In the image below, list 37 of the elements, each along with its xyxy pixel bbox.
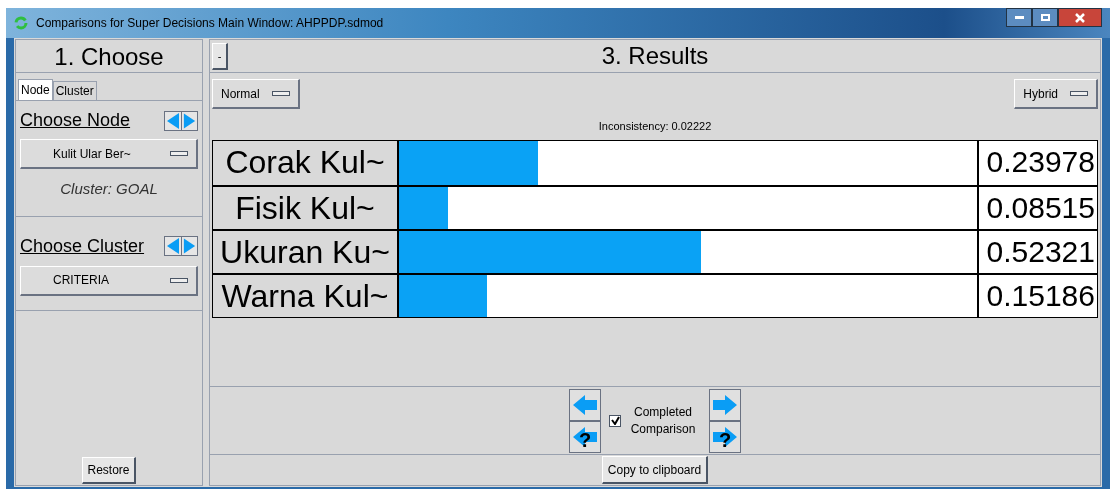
tab[interactable]: Node [18, 79, 53, 100]
caret-icon [1070, 91, 1088, 96]
previous-button[interactable] [569, 388, 601, 421]
mode-dropdown[interactable]: Normal [212, 79, 300, 109]
completed-checkbox[interactable] [609, 414, 621, 427]
panel-heading: 3. Results [601, 41, 709, 71]
caret-icon [170, 277, 188, 283]
copy-button[interactable]: Copy to clipboard [601, 456, 709, 484]
caret-icon [271, 91, 290, 96]
completed-label: Completed Comparison [629, 403, 697, 438]
panel-heading: 1. Choose [16, 40, 202, 73]
restore-button[interactable]: Restore [82, 457, 136, 484]
node-arrow-buttons[interactable] [164, 110, 198, 131]
priority-value: 0.23978 [979, 141, 1097, 185]
refresh-icon [14, 16, 28, 30]
section-heading: Choose Cluster [20, 234, 145, 258]
node-dropdown[interactable]: Kulit Ular Ber~ [20, 139, 198, 169]
arrow-left-icon [571, 393, 599, 416]
cluster-caption: Cluster: GOAL [59, 179, 159, 199]
arrow-right-icon [711, 393, 739, 416]
maximize-button[interactable] [1032, 8, 1058, 27]
caret-icon [170, 151, 188, 156]
collapse-button[interactable]: - [212, 43, 228, 70]
tab[interactable]: Cluster [52, 81, 97, 100]
priority-value: 0.15186 [979, 275, 1097, 317]
cluster-dropdown[interactable]: CRITERIA [20, 265, 198, 296]
priority-value: 0.52321 [979, 231, 1097, 273]
cluster-arrow-buttons[interactable] [164, 236, 198, 256]
minimize-button[interactable] [1006, 8, 1032, 27]
close-button[interactable] [1058, 8, 1102, 27]
close-icon [1075, 12, 1085, 23]
section-heading: Choose Node [20, 109, 131, 132]
view-dropdown[interactable]: Hybrid [1014, 79, 1098, 109]
priority-value: 0.08515 [979, 187, 1097, 229]
inconsistency-label: Inconsistency: 0.02222 [598, 120, 712, 132]
window-title: Comparisons for Super Decisions Main Window: AHPPDP.sdmod [36, 15, 384, 32]
next-button[interactable] [709, 388, 741, 421]
